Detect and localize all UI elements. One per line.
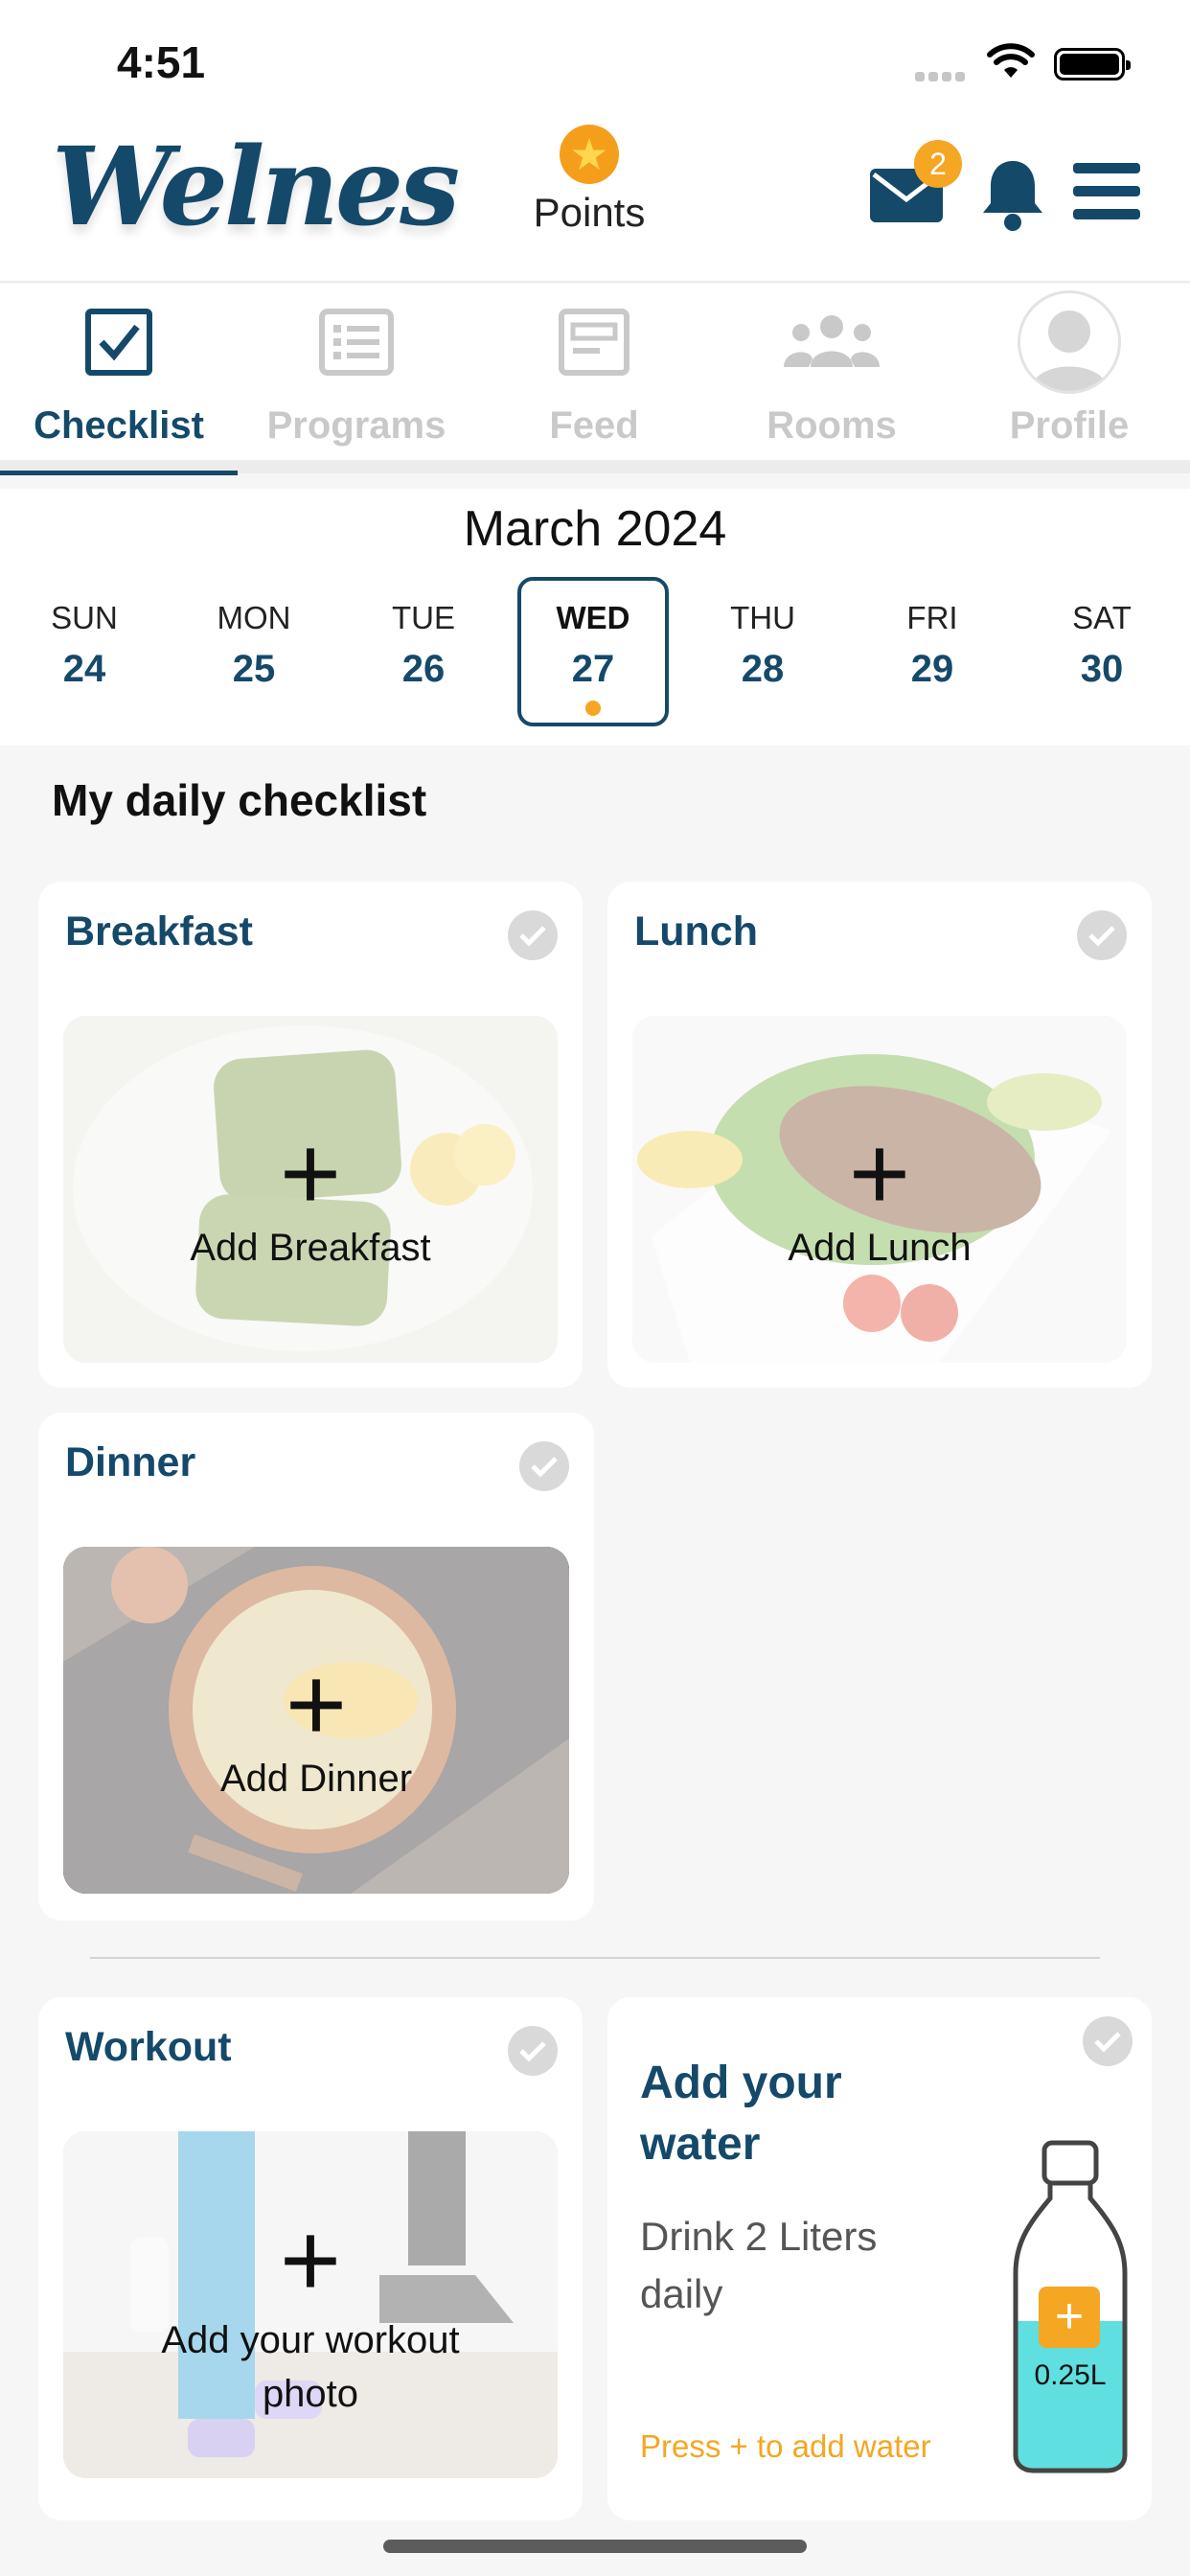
- lunch-card: Lunch + Add Lunch: [607, 882, 1152, 1388]
- water-title: Add your water: [640, 2058, 842, 2170]
- tab-feed[interactable]: Feed: [475, 299, 713, 466]
- wifi-icon: [987, 43, 1035, 78]
- day-thu[interactable]: THU 28: [687, 577, 838, 726]
- calendar-month: March 2024: [463, 501, 727, 557]
- day-fri[interactable]: FRI 29: [857, 577, 1008, 726]
- tab-programs-label: Programs: [266, 404, 446, 447]
- water-card: Add your water Drink 2 Liters daily Pres…: [607, 1997, 1152, 2520]
- day-sun[interactable]: SUN 24: [9, 577, 160, 726]
- check-icon[interactable]: [1083, 2016, 1133, 2066]
- plus-icon: +: [279, 1115, 342, 1232]
- day-name: SAT: [1072, 600, 1132, 635]
- day-name: FRI: [906, 600, 958, 635]
- day-sat[interactable]: SAT 30: [1026, 577, 1178, 726]
- add-breakfast-button[interactable]: + Add Breakfast: [63, 1016, 558, 1363]
- day-date: 24: [62, 648, 106, 690]
- app-header: Welnes ★ Points 2: [0, 125, 1190, 283]
- day-date: 26: [401, 648, 446, 690]
- home-indicator[interactable]: [383, 2540, 807, 2553]
- water-hint: Press + to add water: [640, 2428, 931, 2464]
- check-icon[interactable]: [519, 1441, 569, 1491]
- hamburger-menu-icon[interactable]: [1073, 163, 1140, 232]
- add-lunch-button[interactable]: + Add Lunch: [632, 1016, 1127, 1363]
- feed-icon: [559, 309, 629, 376]
- day-date: 28: [741, 648, 785, 690]
- breakfast-title: Breakfast: [65, 908, 253, 954]
- check-icon[interactable]: [508, 2026, 558, 2076]
- tab-programs[interactable]: Programs: [238, 299, 475, 466]
- status-time: 4:51: [117, 37, 206, 87]
- points-button[interactable]: ★ Points: [517, 125, 661, 236]
- water-amount: 0.25L: [1034, 2359, 1107, 2391]
- day-mon[interactable]: MON 25: [178, 577, 330, 726]
- day-date: 29: [910, 648, 954, 690]
- day-name: WED: [556, 600, 630, 635]
- add-workout-button[interactable]: + Add your workout photo: [63, 2131, 558, 2478]
- mail-badge: 2: [914, 140, 962, 188]
- person-icon: [1031, 310, 1108, 391]
- status-bar: 4:51: [0, 0, 1190, 125]
- add-dinner-label: Add Dinner: [219, 1758, 413, 1800]
- dinner-title: Dinner: [65, 1439, 196, 1485]
- day-date: 27: [571, 648, 615, 690]
- day-name: THU: [730, 600, 795, 635]
- tab-rooms[interactable]: Rooms: [713, 299, 950, 466]
- day-tue[interactable]: TUE 26: [348, 577, 499, 726]
- section-divider: [90, 1957, 1100, 1959]
- add-breakfast-label: Add Breakfast: [190, 1227, 431, 1269]
- points-label: Points: [533, 190, 646, 235]
- app-logo: Welnes: [52, 125, 460, 250]
- plus-icon: +: [285, 1645, 348, 1763]
- star-icon: ★: [560, 125, 619, 184]
- check-icon[interactable]: [508, 910, 558, 960]
- day-name: SUN: [51, 600, 118, 635]
- tab-bar: Checklist Programs Feed Rooms Profile: [0, 284, 1190, 475]
- workout-card: Workout + Add your workout photo: [38, 1997, 583, 2520]
- tab-checklist-label: Checklist: [34, 404, 204, 447]
- day-name: MON: [217, 600, 291, 635]
- plus-icon: +: [279, 2201, 342, 2319]
- checkbox-icon: [85, 309, 152, 376]
- lunch-title: Lunch: [634, 908, 758, 954]
- list-icon: [319, 309, 394, 376]
- tab-checklist[interactable]: Checklist: [0, 299, 238, 475]
- signal-icon: [915, 69, 969, 86]
- workout-title: Workout: [65, 2024, 232, 2070]
- group-icon: [784, 315, 880, 367]
- avatar: [1018, 290, 1121, 394]
- day-date: 30: [1080, 648, 1124, 690]
- breakfast-card: Breakfast + Add Breakfast: [38, 882, 583, 1388]
- week-calendar: March 2024 SUN 24 MON 25 TUE 26 WED 27 T…: [0, 489, 1190, 746]
- add-workout-label: Add your workout photo: [161, 2319, 460, 2415]
- tab-feed-label: Feed: [549, 404, 639, 447]
- tab-profile-label: Profile: [1009, 404, 1130, 447]
- add-water-button[interactable]: +: [1039, 2287, 1100, 2348]
- tab-rooms-label: Rooms: [767, 404, 897, 447]
- bell-icon[interactable]: [979, 157, 1046, 234]
- tab-profile[interactable]: Profile: [950, 290, 1188, 466]
- plus-icon: +: [848, 1115, 911, 1232]
- add-lunch-label: Add Lunch: [788, 1227, 972, 1269]
- check-icon[interactable]: [1077, 910, 1127, 960]
- day-date: 25: [232, 648, 276, 690]
- dinner-card: Dinner + Add Dinner: [38, 1413, 594, 1920]
- battery-icon: [1054, 48, 1131, 80]
- day-name: TUE: [392, 600, 455, 635]
- section-title: My daily checklist: [52, 775, 427, 825]
- water-subtitle: Drink 2 Liters daily: [640, 2214, 878, 2316]
- add-dinner-button[interactable]: + Add Dinner: [63, 1547, 569, 1894]
- day-wed-selected[interactable]: WED 27: [517, 577, 669, 726]
- event-dot: [585, 701, 601, 716]
